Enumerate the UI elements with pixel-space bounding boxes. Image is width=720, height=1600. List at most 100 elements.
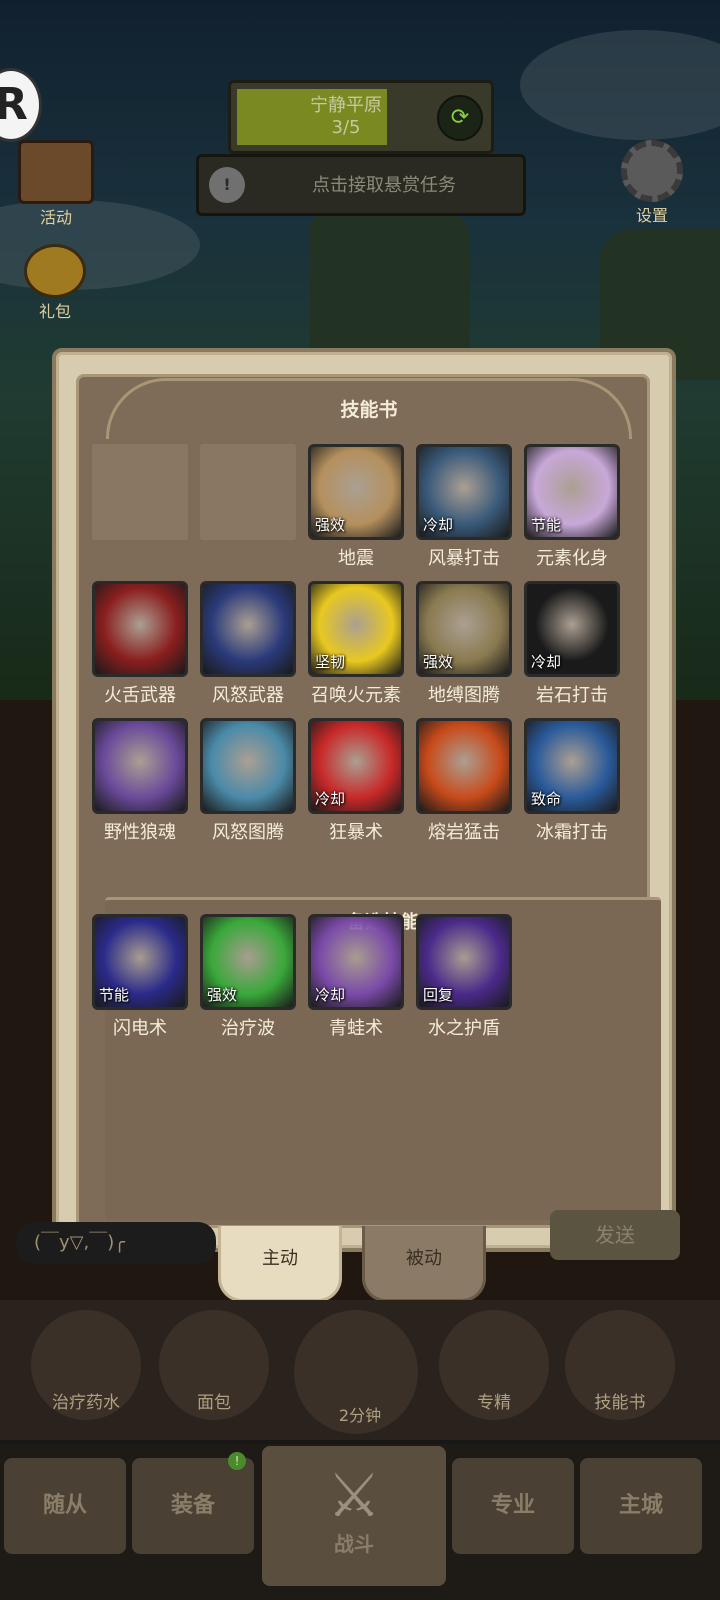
skill-name: 风怒武器 bbox=[212, 685, 284, 706]
bounty-text: 点击接取悬赏任务 bbox=[312, 175, 456, 196]
battle-label: 战斗 bbox=[334, 1532, 374, 1556]
empty-skill-slot[interactable] bbox=[90, 444, 190, 540]
bread-button[interactable]: 面包 bbox=[154, 1310, 274, 1420]
nav-equipment[interactable]: 装备 bbox=[132, 1458, 254, 1554]
skill-card[interactable]: 风怒武器 bbox=[198, 581, 298, 707]
empty-slot bbox=[92, 444, 188, 540]
tab-passive-skills[interactable]: 被动 bbox=[362, 1226, 486, 1302]
skill-card[interactable]: 冷却青蛙术 bbox=[306, 914, 406, 1040]
skill-name: 召唤火元素 bbox=[311, 685, 401, 706]
skill-card[interactable]: 节能元素化身 bbox=[522, 444, 622, 570]
wind-claw-icon bbox=[200, 581, 296, 677]
skill-badge: 冷却 bbox=[315, 790, 346, 808]
skill-book-panel: 备选技能 技能书 强效地震冷却风暴打击节能元素化身火舌武器风怒武器坚韧召唤火元素… bbox=[52, 348, 676, 1252]
events-label: 活动 bbox=[39, 208, 72, 227]
gift-icon bbox=[24, 244, 86, 298]
skill-card[interactable]: 熔岩猛击 bbox=[414, 718, 514, 844]
skill-badge: 致命 bbox=[531, 790, 562, 808]
skill-badge: 节能 bbox=[99, 986, 130, 1004]
bread-label: 面包 bbox=[197, 1393, 231, 1413]
skill-card[interactable]: 回复水之护盾 bbox=[414, 914, 514, 1040]
chest-timer: 2分钟 bbox=[338, 1406, 382, 1425]
skill-card[interactable]: 野性狼魂 bbox=[90, 718, 190, 844]
skill-card[interactable]: 致命冰霜打击 bbox=[522, 718, 622, 844]
bottom-nav: 随从 装备 ! ⚔ 战斗 专业 主城 bbox=[0, 1444, 720, 1600]
chat-input[interactable]: (￣y▽,￣)╭ bbox=[16, 1222, 216, 1264]
skill-name: 青蛙术 bbox=[329, 1018, 383, 1039]
skill-badge: 节能 bbox=[531, 516, 562, 534]
skill-card[interactable]: 风怒图腾 bbox=[198, 718, 298, 844]
mastery-label: 专精 bbox=[477, 1393, 511, 1413]
gear-icon bbox=[621, 140, 683, 202]
fire-elemental-icon: 坚韧 bbox=[308, 581, 404, 677]
frog-icon: 冷却 bbox=[308, 914, 404, 1010]
skill-name: 风怒图腾 bbox=[212, 822, 284, 843]
send-button[interactable]: 发送 bbox=[550, 1210, 680, 1260]
skill-name: 风暴打击 bbox=[428, 548, 500, 569]
skill-name: 元素化身 bbox=[536, 548, 608, 569]
skill-name: 岩石打击 bbox=[536, 685, 608, 706]
skill-name: 水之护盾 bbox=[428, 1018, 500, 1039]
skill-card[interactable]: 节能闪电术 bbox=[90, 914, 190, 1040]
panel-header: 技能书 bbox=[106, 378, 632, 439]
refresh-icon[interactable]: ⟳ bbox=[437, 95, 483, 141]
empty-slot bbox=[200, 444, 296, 540]
skill-name: 冰霜打击 bbox=[536, 822, 608, 843]
bounty-button[interactable]: ! 点击接取悬赏任务 bbox=[196, 154, 526, 216]
skill-name: 地震 bbox=[338, 548, 374, 569]
earthquake-icon: 强效 bbox=[308, 444, 404, 540]
skill-badge: 强效 bbox=[423, 653, 454, 671]
gift-button[interactable]: 礼包 bbox=[20, 244, 90, 322]
settings-label: 设置 bbox=[635, 206, 668, 225]
skill-badge: 强效 bbox=[207, 986, 238, 1004]
skill-card[interactable]: 坚韧召唤火元素 bbox=[306, 581, 406, 707]
mastery-button[interactable]: 专精 bbox=[434, 1310, 554, 1420]
water-shield-icon: 回复 bbox=[416, 914, 512, 1010]
skill-card[interactable]: 冷却岩石打击 bbox=[522, 581, 622, 707]
nav-city[interactable]: 主城 bbox=[580, 1458, 702, 1554]
berserk-icon: 冷却 bbox=[308, 718, 404, 814]
skillbook-button[interactable]: 技能书 bbox=[560, 1310, 680, 1420]
rock-strike-icon: 冷却 bbox=[524, 581, 620, 677]
skill-badge: 强效 bbox=[315, 516, 346, 534]
stage-count: 3/5 bbox=[331, 117, 361, 138]
frost-icon: 致命 bbox=[524, 718, 620, 814]
skill-name: 治疗波 bbox=[221, 1018, 275, 1039]
lightning-icon: 节能 bbox=[92, 914, 188, 1010]
tab-active-skills[interactable]: 主动 bbox=[218, 1226, 342, 1302]
skill-card[interactable]: 强效 地缚图腾 bbox=[414, 581, 514, 707]
fire-axe-icon bbox=[92, 581, 188, 677]
hammer-icon: 冷却 bbox=[416, 444, 512, 540]
skill-badge: 坚韧 bbox=[315, 653, 346, 671]
stage-name: 宁静平原 bbox=[310, 95, 382, 116]
skillbook-label: 技能书 bbox=[594, 1393, 646, 1413]
nav-battle[interactable]: ⚔ 战斗 bbox=[262, 1446, 446, 1586]
avatar-icon: 节能 bbox=[524, 444, 620, 540]
skill-name: 闪电术 bbox=[113, 1018, 167, 1039]
skill-badge: 回复 bbox=[423, 986, 454, 1004]
skill-name: 熔岩猛击 bbox=[428, 822, 500, 843]
skill-badge: 冷却 bbox=[531, 653, 562, 671]
panel-title: 技能书 bbox=[340, 399, 398, 421]
skill-badge: 冷却 bbox=[423, 516, 454, 534]
healing-wave-icon: 强效 bbox=[200, 914, 296, 1010]
nav-profession[interactable]: 专业 bbox=[452, 1458, 574, 1554]
stage-progress[interactable]: 宁静平原 3/5 ⟳ bbox=[228, 80, 494, 154]
notification-dot: ! bbox=[228, 1452, 246, 1470]
skill-card[interactable]: 强效地震 bbox=[306, 444, 406, 570]
lava-icon bbox=[416, 718, 512, 814]
skill-card[interactable]: 火舌武器 bbox=[90, 581, 190, 707]
skill-badge: 冷却 bbox=[315, 986, 346, 1004]
potion-label: 治疗药水 bbox=[52, 1393, 120, 1413]
settings-button[interactable]: 设置 bbox=[612, 140, 692, 226]
logo-letter: R bbox=[0, 79, 28, 130]
gift-label: 礼包 bbox=[38, 302, 71, 321]
skill-name: 野性狼魂 bbox=[104, 822, 176, 843]
skill-card[interactable]: 强效治疗波 bbox=[198, 914, 298, 1040]
skill-card[interactable]: 冷却风暴打击 bbox=[414, 444, 514, 570]
skill-card[interactable]: 冷却 狂暴术 bbox=[306, 718, 406, 844]
events-button[interactable]: 活动 bbox=[14, 140, 98, 228]
empty-skill-slot[interactable] bbox=[198, 444, 298, 540]
potion-button[interactable]: 治疗药水 bbox=[26, 1310, 146, 1420]
nav-followers[interactable]: 随从 bbox=[4, 1458, 126, 1554]
